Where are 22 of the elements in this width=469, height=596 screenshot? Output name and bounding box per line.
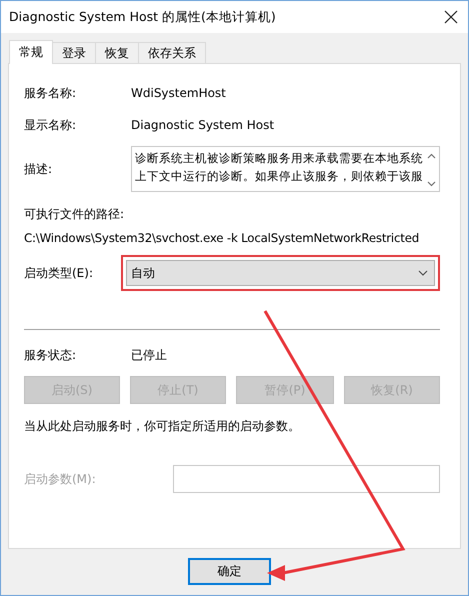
field-label: 启动参数(M): [24, 470, 97, 488]
window-title: Diagnostic System Host 的属性(本地计算机) [9, 8, 276, 26]
field-label: 显示名称: [24, 116, 78, 134]
field-value: WdiSystemHost [131, 86, 226, 100]
field-label: 服务状态: [24, 346, 78, 364]
chevron-down-icon [418, 270, 428, 276]
field-label: 服务名称: [24, 84, 78, 102]
field-label: 启动类型(E): [24, 264, 94, 282]
status-value: 已停止 [131, 346, 167, 364]
path-value: C:\Windows\System32\svchost.exe -k LocalSystemNetworkRestricted [24, 231, 420, 245]
startup-type-dropdown[interactable]: 自动 [126, 260, 435, 286]
description-box[interactable]: 诊断系统主机被诊断策略服务用来承载需要在本地系统上下文中运行的诊断。如果停止该服务，则依赖于该服 [131, 146, 440, 192]
scroll-down-icon[interactable] [426, 181, 436, 187]
tab[interactable]: 常规 [9, 40, 53, 64]
ok-button[interactable]: 确定 [188, 558, 271, 585]
close-icon[interactable] [444, 10, 458, 24]
hint-text: 当从此处启动服务时，你可指定所适用的启动参数。 [24, 418, 301, 435]
tab[interactable]: 依存关系 [138, 42, 206, 63]
field-value: Diagnostic System Host [131, 118, 274, 132]
scroll-up-icon[interactable] [426, 153, 436, 159]
field-label: 描述: [24, 160, 54, 178]
path-label: 可执行文件的路径: [24, 206, 126, 223]
